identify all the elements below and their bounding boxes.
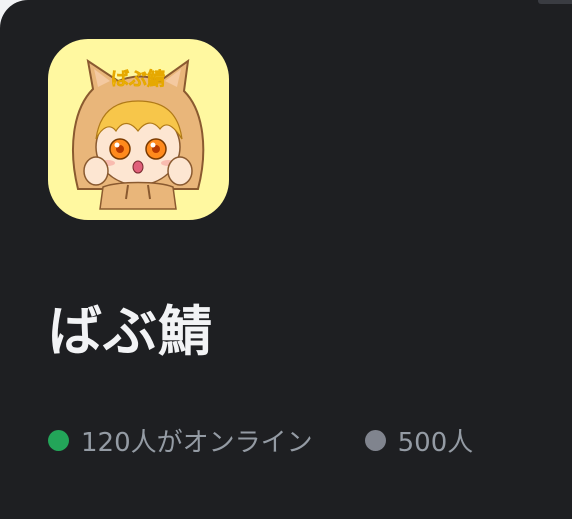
member-status-icon (364, 429, 386, 451)
member-count: 500人 (364, 422, 474, 459)
member-count-label: 500人 (397, 427, 474, 458)
online-count-label: 120人がオンライン (81, 427, 313, 458)
online-count: 120人がオンライン (48, 422, 313, 459)
server-profile-card: ばぶ鯖 ばぶ鯖 120人がオンライン 500人 (0, 0, 572, 519)
avatar-logo-text: ばぶ鯖 (111, 68, 165, 90)
online-status-icon (48, 429, 69, 451)
scroll-indicator (538, 0, 572, 4)
server-icon[interactable]: ばぶ鯖 (48, 39, 229, 220)
server-stats: 120人がオンライン 500人 (48, 420, 473, 460)
avatar-illustration: ばぶ鯖 (72, 58, 205, 210)
server-name: ばぶ鯖 (48, 300, 213, 363)
